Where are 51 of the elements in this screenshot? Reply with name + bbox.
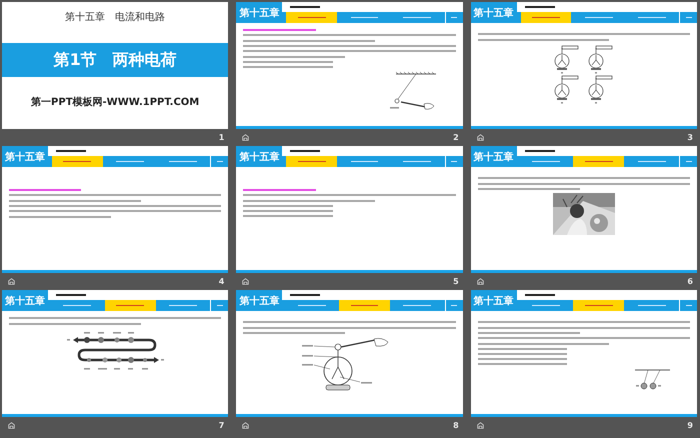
slide-number: 8 [453,421,459,430]
blurred-title-drawing [290,150,320,152]
slide-thumbnail[interactable]: 第十五章 [236,146,463,273]
blurred-title-drawing [56,150,86,152]
slide-thumbnail[interactable]: 第十五章 [470,146,697,273]
slide-thumbnail[interactable]: 第十五章 [236,290,463,417]
electroscope-drawing [554,45,578,74]
tab[interactable] [286,156,338,167]
chapter-badge: 第十五章 [470,2,517,23]
slide-thumbnail[interactable]: 第十五章 [2,290,228,417]
chapter-badge: 第十五章 [470,146,517,167]
slide-thumbnail[interactable]: 第十五章 [236,2,463,129]
blurred-title-drawing [524,6,555,8]
slide-number: 9 [687,421,693,430]
chapter-badge: 第十五章 [236,290,282,311]
slide-thumbnail[interactable]: 第十五章 电流和电路 第1节 两种电荷 第一PPT模板网-WWW.1PPT.COM [2,2,228,129]
chapter-badge: 第十五章 [470,290,517,311]
blurred-title-drawing [290,6,320,8]
hanging-ball-drawing [390,71,436,109]
chapter-badge: 第十五章 [2,290,48,311]
slide-title: 第1节 两种电荷 [54,50,177,70]
slide-thumbnail[interactable]: 第十五章 [2,146,228,273]
slide-number: 1 [218,133,224,142]
tab[interactable] [52,156,103,167]
tab[interactable] [286,12,338,23]
electroscope-drawing [554,75,578,104]
chapter-badge: 第十五章 [236,2,282,23]
electroscope-drawing [588,75,612,104]
slide-number: 2 [453,133,459,142]
slide-number: 3 [687,133,693,142]
electroscope-drawing [588,45,612,74]
blurred-title-drawing [56,294,86,296]
slide-thumbnail[interactable]: 第十五章 [470,2,697,129]
chapter-badge: 第十五章 [2,146,48,167]
tab[interactable] [573,300,624,311]
slide-number: 4 [218,277,224,286]
tab[interactable] [339,300,390,311]
slide-number: 5 [453,277,459,286]
tab[interactable] [104,300,156,311]
blurred-title-drawing [290,294,320,296]
slide-thumbnail[interactable]: 第十五章 [470,290,697,417]
slide-number: 6 [687,277,693,286]
slide-number: 7 [218,421,224,430]
tab[interactable] [520,12,572,23]
chapter-badge: 第十五章 [236,146,282,167]
footer-text: 第一PPT模板网-WWW.1PPT.COM [31,96,200,109]
blurred-title-drawing [524,294,555,296]
blurred-title-drawing [524,150,555,152]
hanging-balls-drawing [634,369,670,389]
tab[interactable] [573,156,624,167]
chapter-title: 第十五章 电流和电路 [65,10,166,24]
